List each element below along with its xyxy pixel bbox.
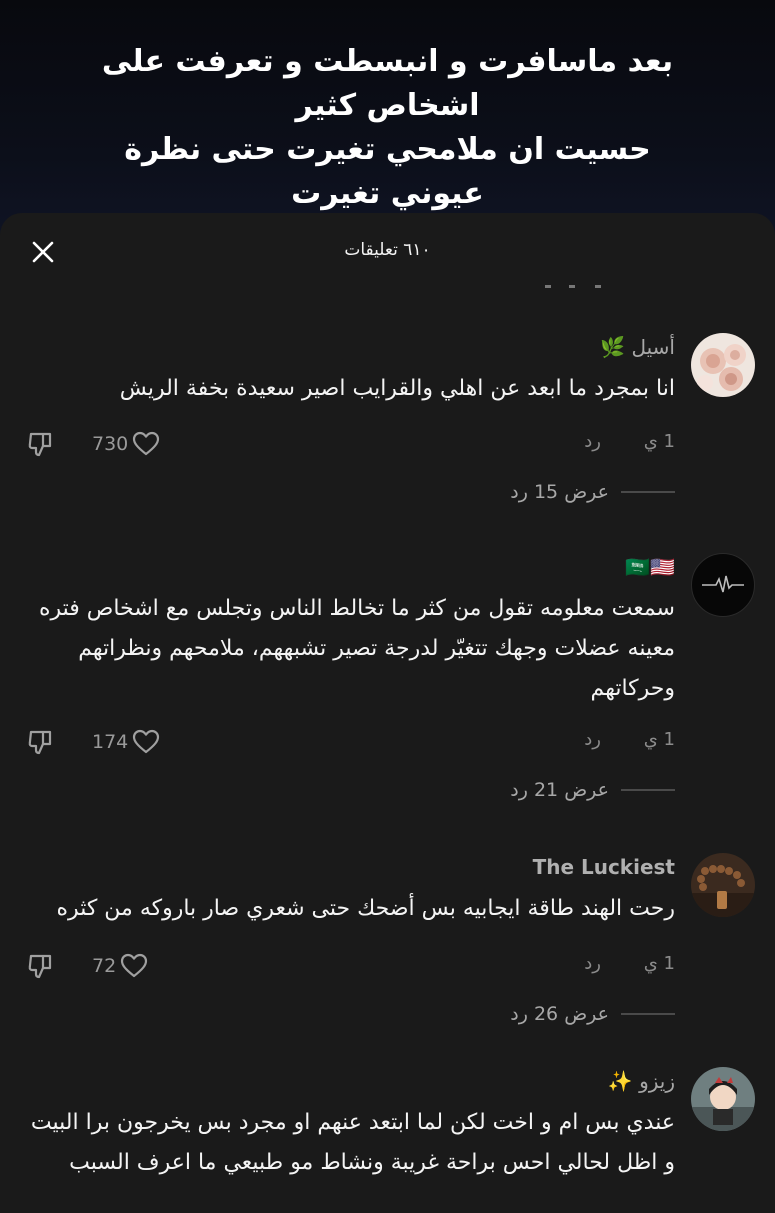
dislike-icon[interactable] xyxy=(26,429,56,459)
comment-meta: 1 ي رد 72 xyxy=(26,949,675,983)
view-replies-label: عرض 15 رد xyxy=(510,481,609,503)
like-count: 174 xyxy=(92,731,129,753)
comment-username[interactable]: 🇸🇦🇺🇸 xyxy=(625,555,675,579)
dislike-icon[interactable] xyxy=(26,727,56,757)
comment-username[interactable]: زيزو ✨ xyxy=(608,1069,675,1093)
replies-divider xyxy=(621,789,675,791)
anime-girl-avatar[interactable] xyxy=(691,1067,755,1131)
comment-text: رحت الهند طاقة ايجابيه بس أضحك حتى شعري … xyxy=(56,896,675,921)
reply-button[interactable]: رد xyxy=(584,431,601,452)
comment-username[interactable]: أسيل 🌿 xyxy=(600,335,675,359)
view-replies-label: عرض 26 رد xyxy=(510,1003,609,1025)
comment-text: سمعت معلومه تقول من كثر ما تخالط الناس و… xyxy=(38,596,675,701)
reply-button[interactable]: رد xyxy=(584,729,601,750)
dislike-icon[interactable] xyxy=(26,951,56,981)
like-button[interactable]: 730 xyxy=(92,427,160,461)
replies-divider xyxy=(621,1013,675,1015)
comment-meta: 1 ي رد 730 xyxy=(26,427,675,461)
replies-divider xyxy=(621,491,675,493)
comment-text: عندي بس ام و اخت لكن لما ابتعد عنهم او م… xyxy=(30,1110,675,1175)
comment-text: انا بمجرد ما ابعد عن اهلي والقرايب اصير … xyxy=(119,376,675,401)
like-button[interactable]: 174 xyxy=(92,725,160,759)
like-count: 72 xyxy=(92,955,117,977)
partial-text-remnant xyxy=(545,285,601,288)
comments-sheet: ٦١٠ تعليقات أسيل 🌿 انا بمجرد ما ابعد عن … xyxy=(0,213,775,1213)
sheet-header: ٦١٠ تعليقات xyxy=(0,213,775,291)
view-replies-label: عرض 21 رد xyxy=(510,779,609,801)
heart-icon xyxy=(121,953,148,978)
like-count: 730 xyxy=(92,433,129,455)
roses-avatar[interactable] xyxy=(691,333,755,397)
heartbeat-avatar[interactable] xyxy=(691,553,755,617)
view-replies-button[interactable]: عرض 15 رد xyxy=(510,481,675,503)
reply-button[interactable]: رد xyxy=(584,953,601,974)
heart-icon xyxy=(133,431,160,456)
comment-time: 1 ي xyxy=(643,729,675,750)
like-button[interactable]: 72 xyxy=(92,949,148,983)
comment-time: 1 ي xyxy=(643,431,675,452)
view-replies-button[interactable]: عرض 21 رد xyxy=(510,779,675,801)
comment-time: 1 ي xyxy=(643,953,675,974)
comment-username[interactable]: The Luckiest xyxy=(533,855,675,879)
comment-meta: 1 ي رد 174 xyxy=(26,725,675,759)
comment-count-title: ٦١٠ تعليقات xyxy=(344,240,431,260)
heart-icon xyxy=(133,729,160,754)
prayer-beads-avatar[interactable] xyxy=(691,853,755,917)
view-replies-button[interactable]: عرض 26 رد xyxy=(510,1003,675,1025)
